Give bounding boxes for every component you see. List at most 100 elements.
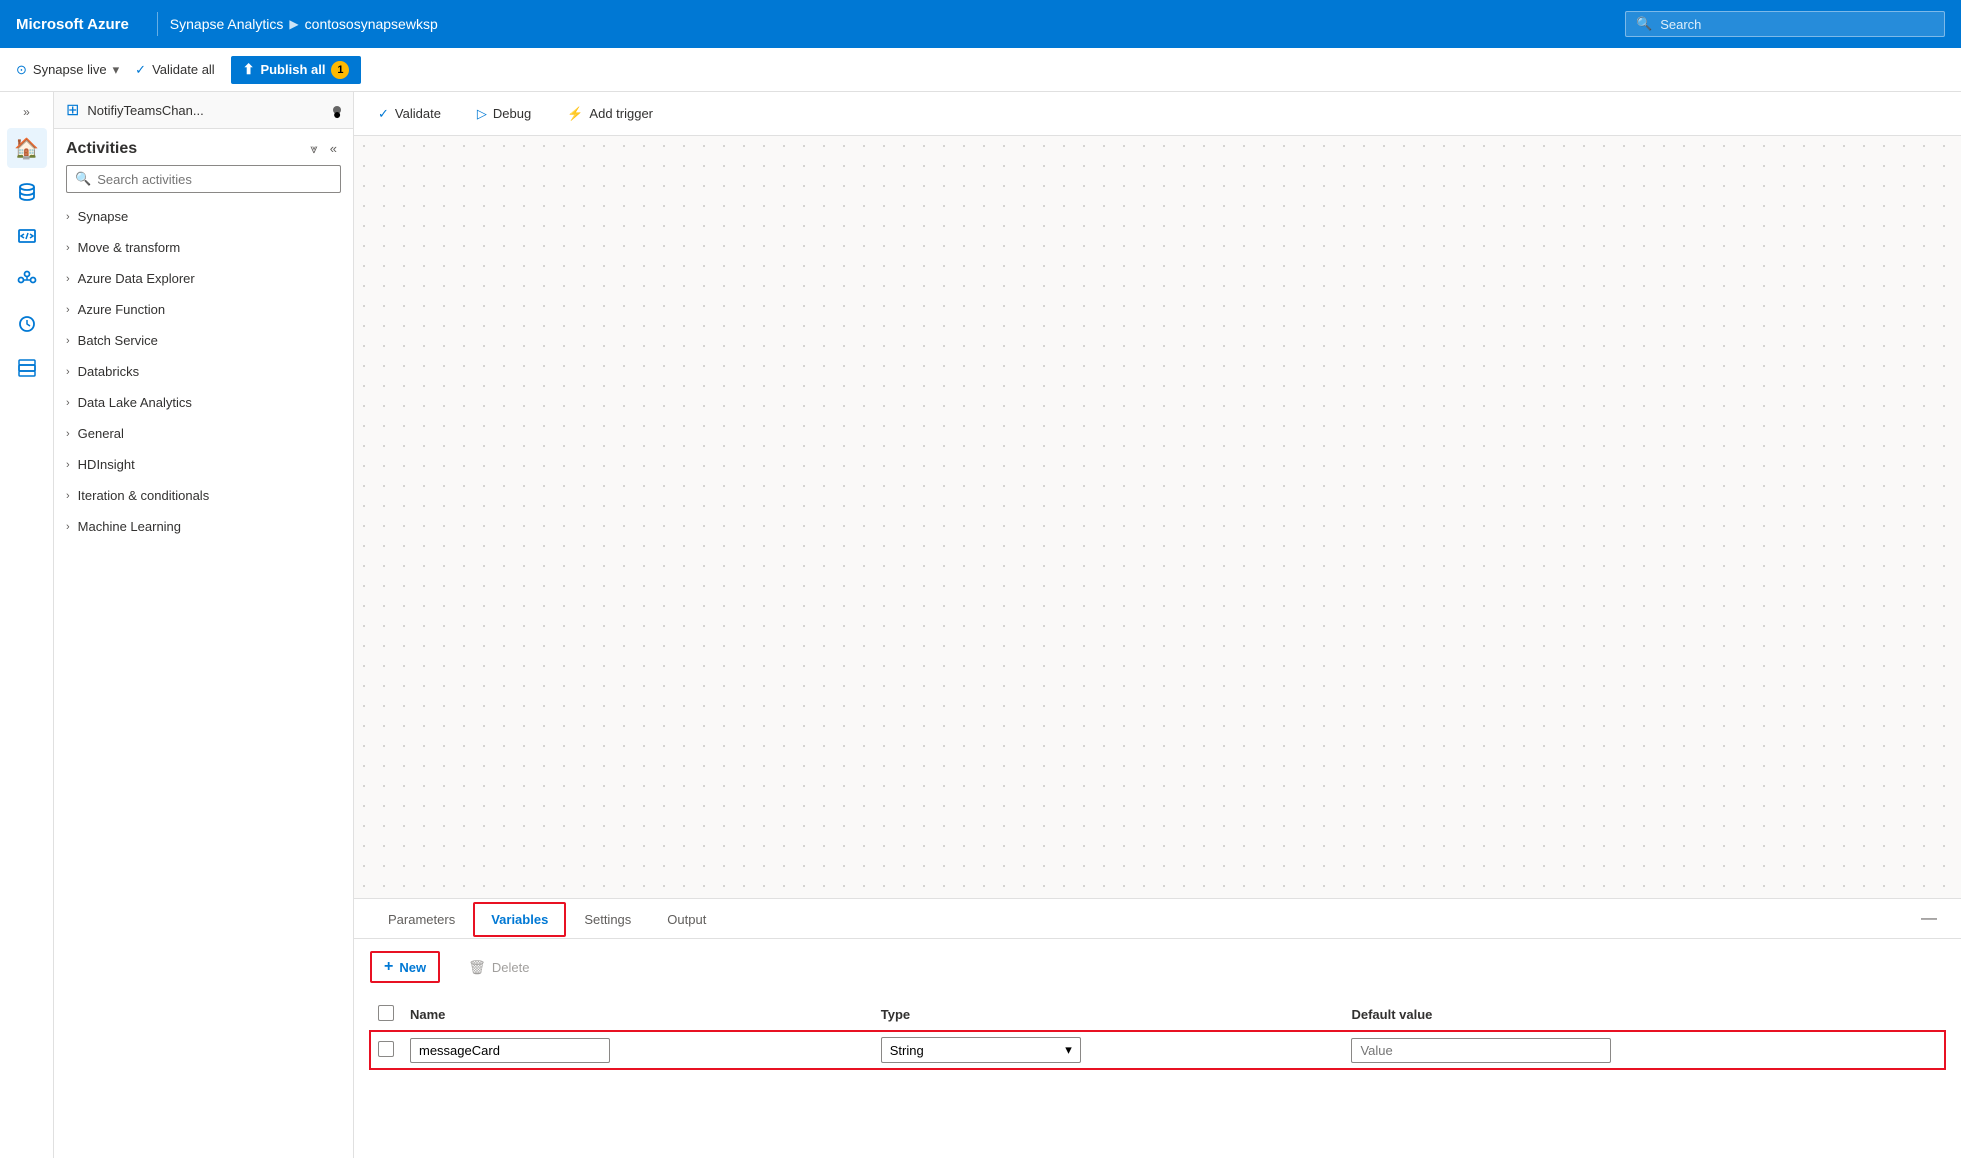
delete-variable-label: Delete (492, 960, 530, 975)
row-checkbox[interactable] (378, 1041, 394, 1057)
canvas-toolbar: ✓ Validate ▷ Debug ⚡ Add trigger (354, 92, 1961, 136)
manage-icon-button[interactable] (7, 348, 47, 388)
activity-item-azure-function[interactable]: › Azure Function (54, 294, 353, 325)
add-trigger-button[interactable]: ⚡ Add trigger (559, 102, 661, 126)
databricks-label: Databricks (78, 364, 139, 379)
validate-all-button[interactable]: ✓ Validate all (135, 62, 215, 78)
row-type-cell: String ▾ (873, 1031, 1344, 1070)
variable-row: String ▾ (370, 1031, 1945, 1070)
synapse-live-icon: ⊙ (16, 62, 27, 78)
hdinsight-label: HDInsight (78, 457, 135, 472)
collapse-all-button[interactable]: ⩔ (306, 139, 321, 159)
integrate-icon-button[interactable] (7, 260, 47, 300)
type-chevron-icon: ▾ (1065, 1042, 1072, 1058)
new-variable-button[interactable]: + New (370, 951, 440, 983)
synapse-live-chevron-icon: ▾ (113, 62, 120, 78)
variable-type-select[interactable]: String ▾ (881, 1037, 1081, 1063)
new-variable-label: New (399, 960, 426, 975)
debug-label: Debug (493, 106, 531, 121)
second-toolbar: ⊙ Synapse live ▾ ✓ Validate all ⬆ Publis… (0, 48, 1961, 92)
variables-actions: + New 🗑 Delete (370, 951, 1945, 983)
validate-button[interactable]: ✓ Validate (370, 102, 449, 126)
azure-function-label: Azure Function (78, 302, 165, 317)
col-type-header: Type (873, 999, 1344, 1031)
tab-settings[interactable]: Settings (566, 902, 649, 937)
canvas-draw-area[interactable] (354, 136, 1961, 898)
global-search[interactable]: 🔍 Search (1625, 11, 1945, 37)
delete-variable-button[interactable]: 🗑 Delete (456, 954, 541, 981)
hdinsight-chevron-icon: › (66, 459, 70, 471)
activity-item-data-explorer[interactable]: › Azure Data Explorer (54, 263, 353, 294)
variable-name-input[interactable] (410, 1038, 610, 1063)
data-explorer-chevron-icon: › (66, 273, 70, 285)
activity-item-iteration[interactable]: › Iteration & conditionals (54, 480, 353, 511)
machine-learning-chevron-icon: › (66, 521, 70, 533)
synapse-live-label: Synapse live (33, 62, 107, 77)
new-plus-icon: + (384, 958, 393, 976)
nav-arrow-icon: ▶ (289, 17, 298, 31)
row-name-cell (402, 1031, 873, 1070)
pipeline-tab-title[interactable]: NotifiyTeamsChan... (87, 103, 327, 118)
activity-item-general[interactable]: › General (54, 418, 353, 449)
pipeline-tab-header: ⊞ NotifiyTeamsChan... ● (54, 92, 353, 129)
minimize-panel-button[interactable]: — (1913, 906, 1945, 932)
top-bar: Microsoft Azure Synapse Analytics ▶ cont… (0, 0, 1961, 48)
activity-item-data-lake[interactable]: › Data Lake Analytics (54, 387, 353, 418)
add-trigger-label: Add trigger (589, 106, 653, 121)
iteration-label: Iteration & conditionals (78, 488, 210, 503)
activity-item-machine-learning[interactable]: › Machine Learning (54, 511, 353, 542)
develop-icon-button[interactable] (7, 216, 47, 256)
activity-item-batch-service[interactable]: › Batch Service (54, 325, 353, 356)
unsaved-indicator: ● (333, 106, 341, 114)
synapse-chevron-icon: › (66, 211, 70, 223)
top-bar-divider (157, 12, 158, 36)
nav-workspace[interactable]: contososynapsewksp (305, 16, 438, 32)
synapse-live-button[interactable]: ⊙ Synapse live ▾ (16, 62, 119, 78)
tab-parameters[interactable]: Parameters (370, 902, 473, 937)
variables-content: + New 🗑 Delete Name (354, 939, 1961, 1158)
activities-header: Activities ⩔ « (54, 129, 353, 165)
header-checkbox-cell (370, 999, 402, 1031)
publish-icon: ⬆ (243, 61, 255, 78)
azure-brand: Microsoft Azure (16, 16, 129, 33)
data-explorer-label: Azure Data Explorer (78, 271, 195, 286)
variable-default-input[interactable] (1351, 1038, 1611, 1063)
trigger-icon: ⚡ (567, 106, 583, 122)
select-all-checkbox[interactable] (378, 1005, 394, 1021)
general-label: General (78, 426, 124, 441)
col-default-header: Default value (1343, 999, 1945, 1031)
rail-expand-button[interactable]: » (7, 100, 47, 124)
move-transform-chevron-icon: › (66, 242, 70, 254)
batch-service-label: Batch Service (78, 333, 158, 348)
row-checkbox-cell (370, 1031, 402, 1070)
activities-search-input[interactable] (97, 172, 332, 187)
top-bar-nav: Synapse Analytics ▶ contososynapsewksp (170, 16, 438, 32)
tab-output[interactable]: Output (649, 902, 724, 937)
validate-label: Validate (395, 106, 441, 121)
col-name-header: Name (402, 999, 873, 1031)
collapse-panel-button[interactable]: « (326, 139, 341, 159)
debug-button[interactable]: ▷ Debug (469, 102, 539, 126)
tab-variables[interactable]: Variables (473, 902, 566, 937)
activity-item-hdinsight[interactable]: › HDInsight (54, 449, 353, 480)
variables-table: Name Type Default value (370, 999, 1945, 1069)
monitor-icon-button[interactable] (7, 304, 47, 344)
activity-item-synapse[interactable]: › Synapse (54, 201, 353, 232)
pipeline-tab-icon: ⊞ (66, 100, 79, 120)
activity-item-move-transform[interactable]: › Move & transform (54, 232, 353, 263)
publish-all-button[interactable]: ⬆ Publish all 1 (231, 56, 362, 84)
home-icon-button[interactable]: 🏠 (7, 128, 47, 168)
activities-panel: ⊞ NotifiyTeamsChan... ● Activities ⩔ « 🔍… (54, 92, 354, 1158)
activities-search-box[interactable]: 🔍 (66, 165, 341, 193)
search-icon: 🔍 (1636, 16, 1652, 32)
search-placeholder: Search (1660, 17, 1701, 32)
data-lake-chevron-icon: › (66, 397, 70, 409)
activity-item-databricks[interactable]: › Databricks (54, 356, 353, 387)
batch-service-chevron-icon: › (66, 335, 70, 347)
validate-check-icon: ✓ (378, 106, 389, 122)
debug-play-icon: ▷ (477, 106, 487, 122)
general-chevron-icon: › (66, 428, 70, 440)
nav-synapse[interactable]: Synapse Analytics (170, 16, 284, 32)
data-icon-button[interactable] (7, 172, 47, 212)
activities-title: Activities (66, 140, 137, 158)
